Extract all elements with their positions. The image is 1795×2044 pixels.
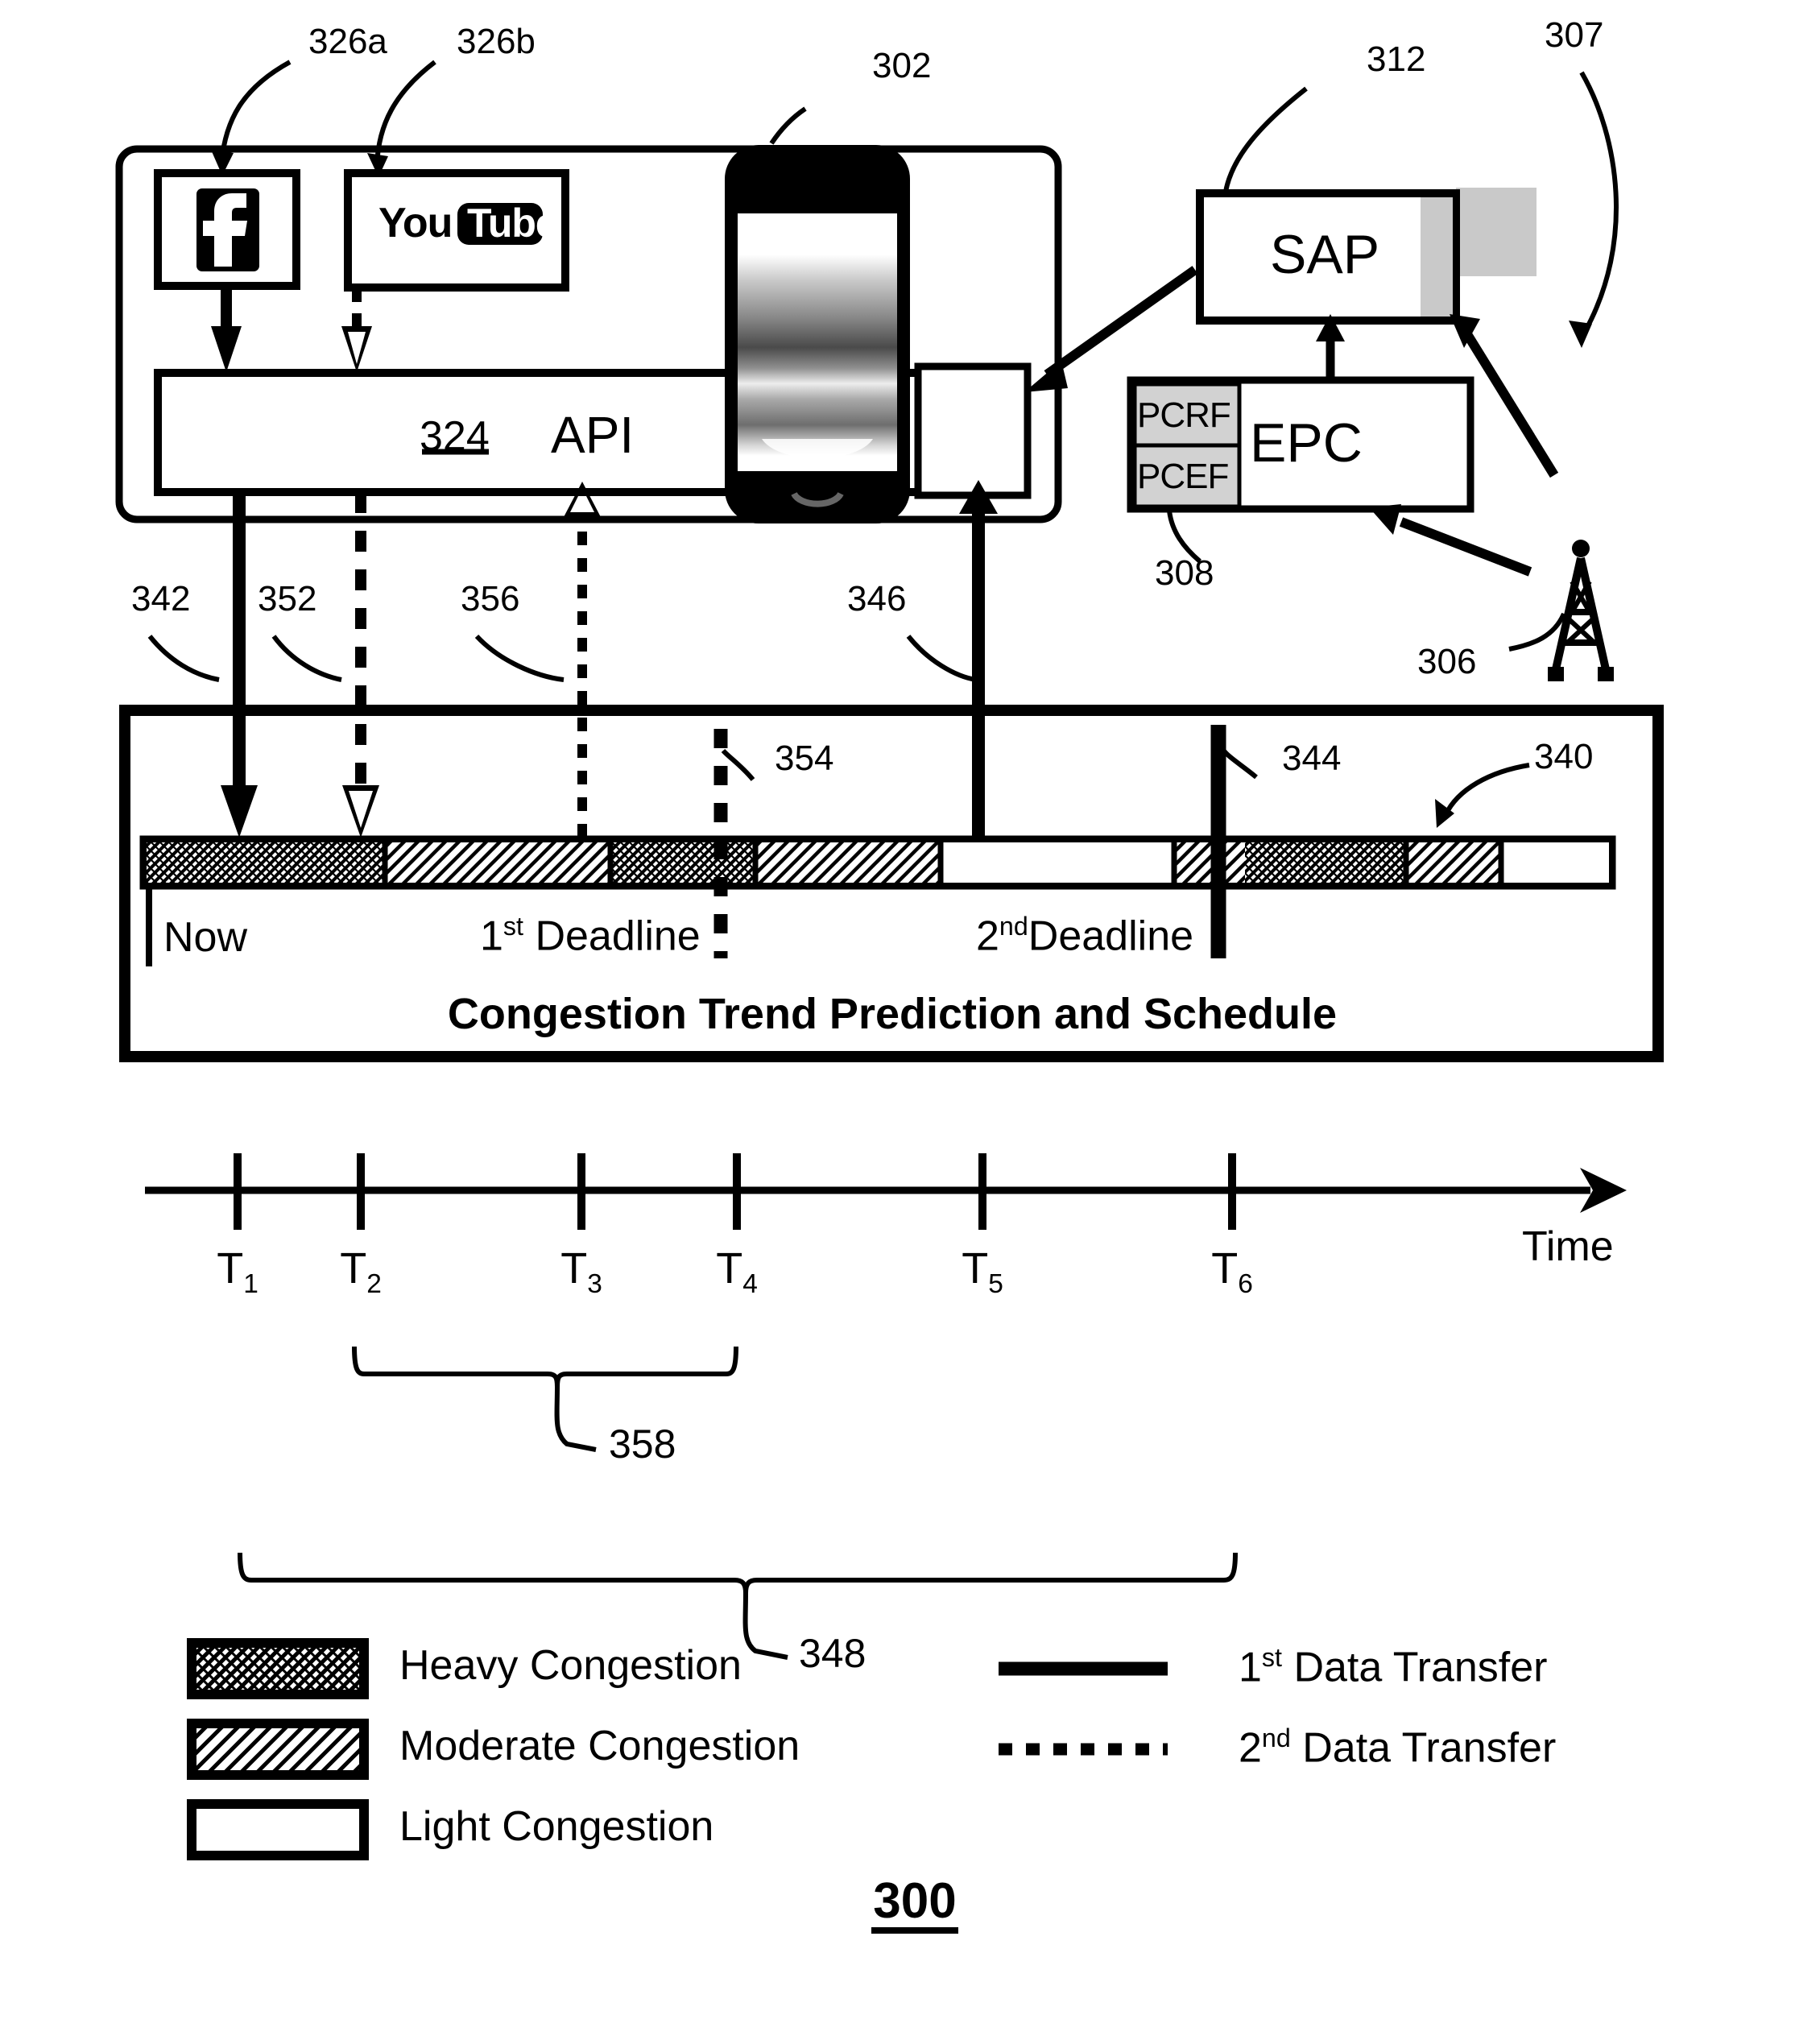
legend-label-heavy: Heavy Congestion	[399, 1642, 742, 1689]
leader-306	[1508, 612, 1566, 652]
first-deadline-text: Deadline	[535, 912, 701, 960]
ref-302: 302	[872, 46, 932, 85]
congestion-bar	[139, 835, 1616, 890]
ref-352: 352	[258, 579, 317, 619]
schedule-caption: Congestion Trend Prediction and Schedule	[447, 990, 1338, 1038]
pcrf-label: PCRF	[1137, 395, 1231, 435]
tick-label-t6: T6	[1211, 1244, 1253, 1299]
ref-308: 308	[1155, 553, 1214, 593]
leader-326b	[367, 60, 436, 177]
ref-326b: 326b	[457, 22, 536, 61]
segment-light-2	[1501, 842, 1609, 883]
youtube-app-box: You Tube	[344, 169, 569, 292]
segment-moderate-3	[1174, 842, 1245, 883]
brace-358	[352, 1346, 738, 1452]
legend-label-second-transfer: 2nd Data Transfer	[1239, 1723, 1557, 1772]
ref-340: 340	[1534, 737, 1594, 776]
segment-moderate-2	[755, 842, 941, 883]
ref-342: 342	[131, 579, 191, 619]
ref-312: 312	[1367, 39, 1426, 79]
leader-352	[271, 635, 342, 682]
legend-label-light: Light Congestion	[399, 1803, 714, 1850]
leader-340	[1435, 763, 1530, 828]
first-deadline-label: 1st Deadline	[480, 913, 701, 957]
ref-356: 356	[461, 579, 520, 619]
leader-307	[1569, 71, 1619, 348]
segment-moderate-4	[1406, 842, 1501, 883]
figure-number: 300	[873, 1873, 957, 1929]
ref-348: 348	[799, 1631, 866, 1676]
pcef-label: PCEF	[1137, 457, 1229, 496]
leader-326a	[211, 60, 292, 176]
smartphone-illustration	[725, 145, 910, 523]
svg-text:Tube: Tube	[467, 201, 557, 246]
flow-356	[564, 482, 601, 838]
leader-354	[721, 748, 755, 781]
legend-swatch-light	[187, 1799, 369, 1860]
legend-label-moderate: Moderate Congestion	[399, 1723, 800, 1769]
api-ref-number: 324	[420, 413, 490, 460]
legend-label-first-transfer: 1st Data Transfer	[1239, 1643, 1548, 1691]
congestion-segments	[147, 839, 1609, 886]
now-label: Now	[163, 914, 248, 961]
ue-radio-subbox	[914, 362, 1032, 499]
legend-swatch-heavy	[187, 1638, 369, 1699]
second-deadline-label: 2ndDeadline	[976, 913, 1193, 957]
sap-label: SAP	[1270, 224, 1380, 285]
segment-heavy-1	[147, 842, 385, 883]
leader-342	[147, 635, 220, 682]
tick-label-t5: T5	[962, 1244, 1003, 1299]
sap-to-ue-arrow	[1024, 266, 1198, 392]
facebook-app-box	[154, 169, 300, 290]
legend-swatch-moderate	[187, 1719, 369, 1780]
flow-352	[342, 492, 379, 838]
segment-moderate-1	[385, 842, 610, 883]
leader-302	[769, 106, 807, 145]
time-axis	[145, 1153, 1627, 1230]
ref-354: 354	[775, 739, 834, 778]
segment-light-1	[941, 842, 1174, 883]
epc-label: EPC	[1250, 412, 1363, 474]
flow-346	[959, 480, 998, 838]
leader-344	[1220, 747, 1258, 780]
api-label: API	[551, 406, 635, 464]
leader-312	[1223, 86, 1308, 192]
segment-heavy-3	[1245, 842, 1406, 883]
flow-342	[221, 492, 258, 838]
second-deadline-number: 2	[976, 912, 999, 960]
ref-344: 344	[1282, 739, 1342, 778]
tower-to-epc-arrow	[1369, 504, 1532, 577]
tick-label-t1: T1	[217, 1244, 258, 1299]
ref-326a: 326a	[308, 22, 387, 61]
ref-306: 306	[1417, 642, 1477, 681]
tick-label-t3: T3	[560, 1244, 602, 1299]
leader-346	[906, 635, 977, 682]
svg-text:You: You	[378, 200, 452, 246]
facebook-to-api-arrow	[211, 288, 242, 372]
ref-358: 358	[609, 1421, 676, 1467]
cell-tower-icon	[1548, 540, 1614, 681]
first-deadline-suffix: st	[503, 912, 523, 941]
second-deadline-suffix: nd	[999, 912, 1028, 941]
time-axis-label: Time	[1522, 1223, 1614, 1270]
second-deadline-text: Deadline	[1028, 912, 1194, 960]
first-deadline-number: 1	[480, 912, 503, 960]
youtube-to-api-arrow	[341, 288, 372, 372]
tick-label-t2: T2	[340, 1244, 382, 1299]
segment-heavy-2	[610, 842, 755, 883]
ref-346: 346	[847, 579, 907, 619]
patent-figure-300: You Tube 326a 326b 302 312 307 324 API S…	[0, 0, 1795, 2044]
ref-307: 307	[1545, 15, 1604, 55]
leader-356	[474, 634, 565, 682]
tick-label-t4: T4	[716, 1244, 758, 1299]
